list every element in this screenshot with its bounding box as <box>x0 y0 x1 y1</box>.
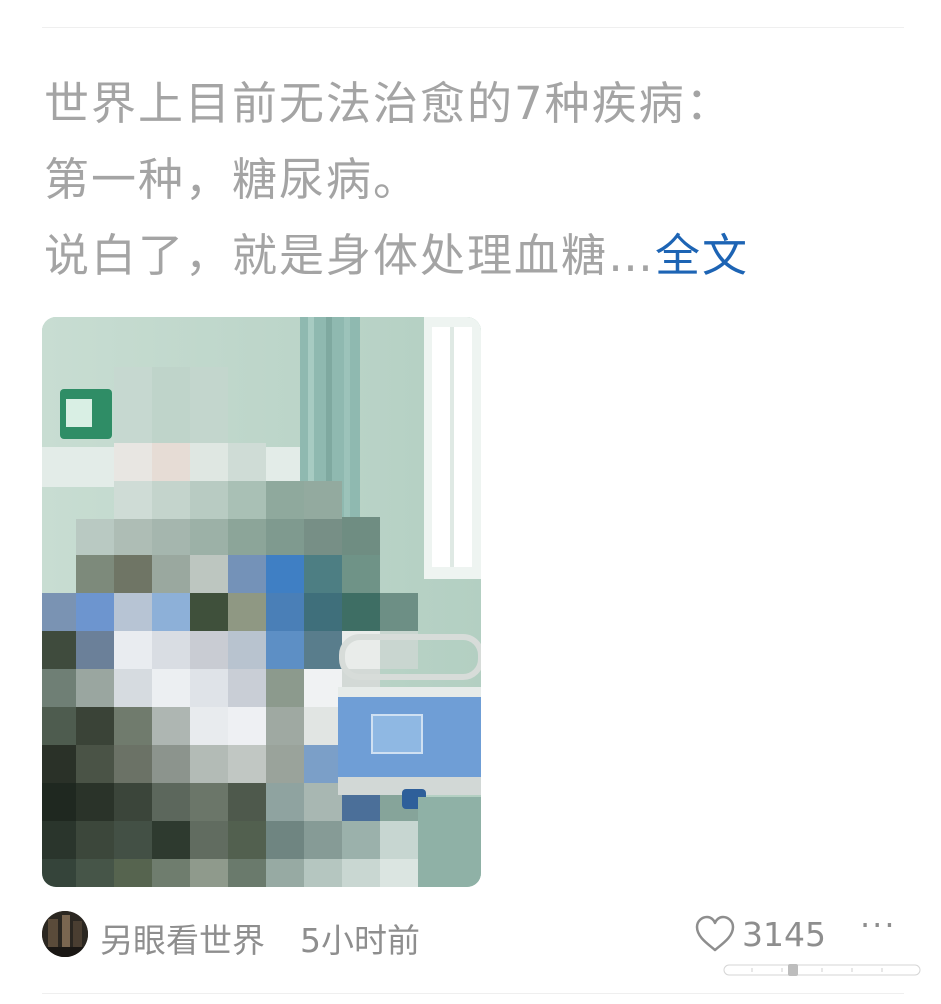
top-divider <box>42 27 904 28</box>
post-line-3: 说白了，就是身体处理血糖…全文 <box>44 218 904 294</box>
post-footer: 另眼看世界 5小时前 3145 ··· <box>42 906 904 962</box>
like-button[interactable]: 3145 <box>694 912 826 956</box>
expand-full-text-link[interactable]: 全文 <box>655 229 749 282</box>
post-line-3-text: 说白了，就是身体处理血糖… <box>44 229 656 282</box>
heart-icon <box>695 915 735 952</box>
post-time: 5小时前 <box>300 921 420 960</box>
bottom-divider <box>42 993 904 994</box>
scrollbar-thumb <box>788 964 798 976</box>
like-count: 3145 <box>742 914 826 954</box>
more-options-button[interactable]: ··· <box>860 906 897 944</box>
hospital-ward-photo-icon <box>42 317 481 887</box>
avatar-image-icon <box>42 911 88 957</box>
post-line-1: 世界上目前无法治愈的7种疾病： <box>44 77 733 130</box>
post-line-2: 第一种，糖尿病。 <box>44 153 421 206</box>
post-text[interactable]: 世界上目前无法治愈的7种疾病： 第一种，糖尿病。 说白了，就是身体处理血糖…全文 <box>44 66 904 294</box>
horizontal-scrollbar[interactable] <box>722 962 922 978</box>
avatar[interactable] <box>42 911 88 957</box>
author-name[interactable]: 另眼看世界 <box>100 914 265 962</box>
post-image[interactable] <box>42 317 481 887</box>
